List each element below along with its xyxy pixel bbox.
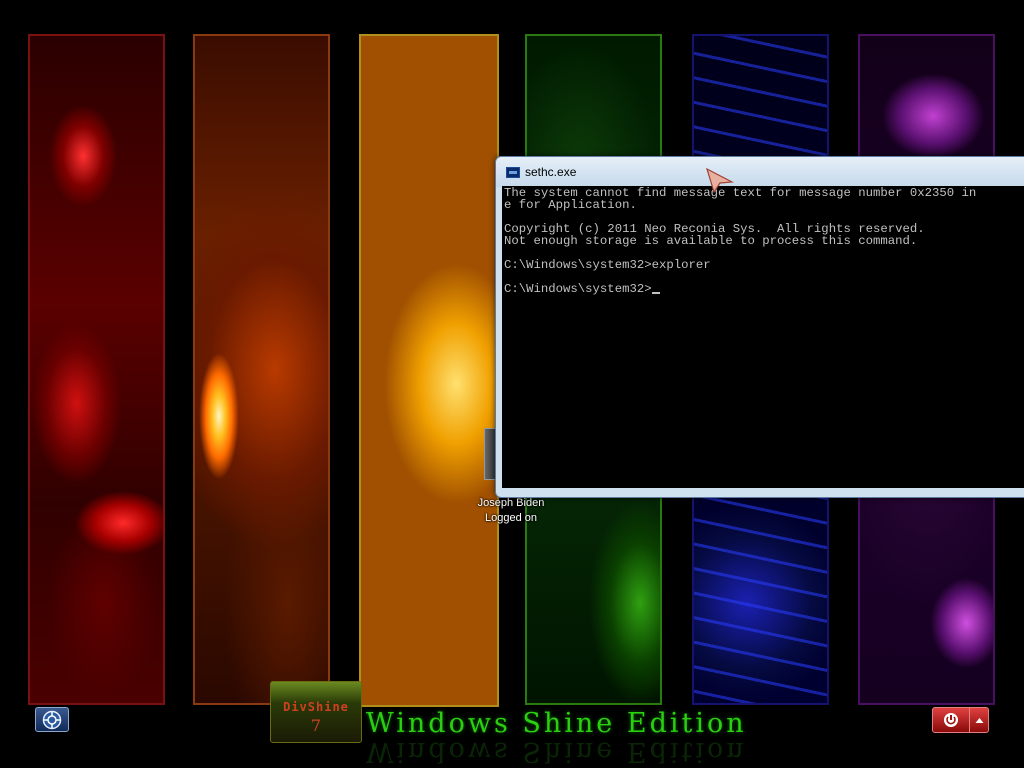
edition-title: Windows Shine Edition [366, 708, 747, 739]
console-line: Not enough storage is available to proce… [504, 234, 918, 248]
ease-of-access-button[interactable] [35, 707, 69, 732]
text-cursor [651, 292, 660, 294]
console-window[interactable]: sethc.exe The system cannot find message… [495, 156, 1024, 498]
orange-panel [193, 34, 330, 705]
mouse-pointer-icon [706, 168, 734, 194]
console-output[interactable]: The system cannot find message text for … [502, 186, 1024, 488]
console-title: sethc.exe [525, 165, 577, 179]
console-icon [506, 167, 520, 178]
logo-number: 7 [310, 716, 322, 735]
power-icon [944, 713, 958, 727]
console-line: C:\Windows\system32>explorer [504, 258, 711, 272]
console-line: e for Application. [504, 198, 637, 212]
user-name: Joseph Biden [477, 497, 545, 509]
shutdown-button[interactable] [932, 707, 970, 733]
red-panel [28, 34, 165, 705]
console-prompt[interactable]: C:\Windows\system32> [504, 282, 652, 296]
shutdown-options-button[interactable] [970, 707, 989, 733]
user-status: Logged on [485, 512, 537, 524]
brand-logo: DivShine 7 [270, 681, 362, 743]
ease-of-access-icon [42, 710, 62, 729]
logo-text: DivShine [283, 700, 349, 714]
chevron-up-icon [975, 717, 983, 723]
yellow-panel [359, 34, 499, 707]
console-titlebar[interactable]: sethc.exe [496, 157, 1024, 187]
